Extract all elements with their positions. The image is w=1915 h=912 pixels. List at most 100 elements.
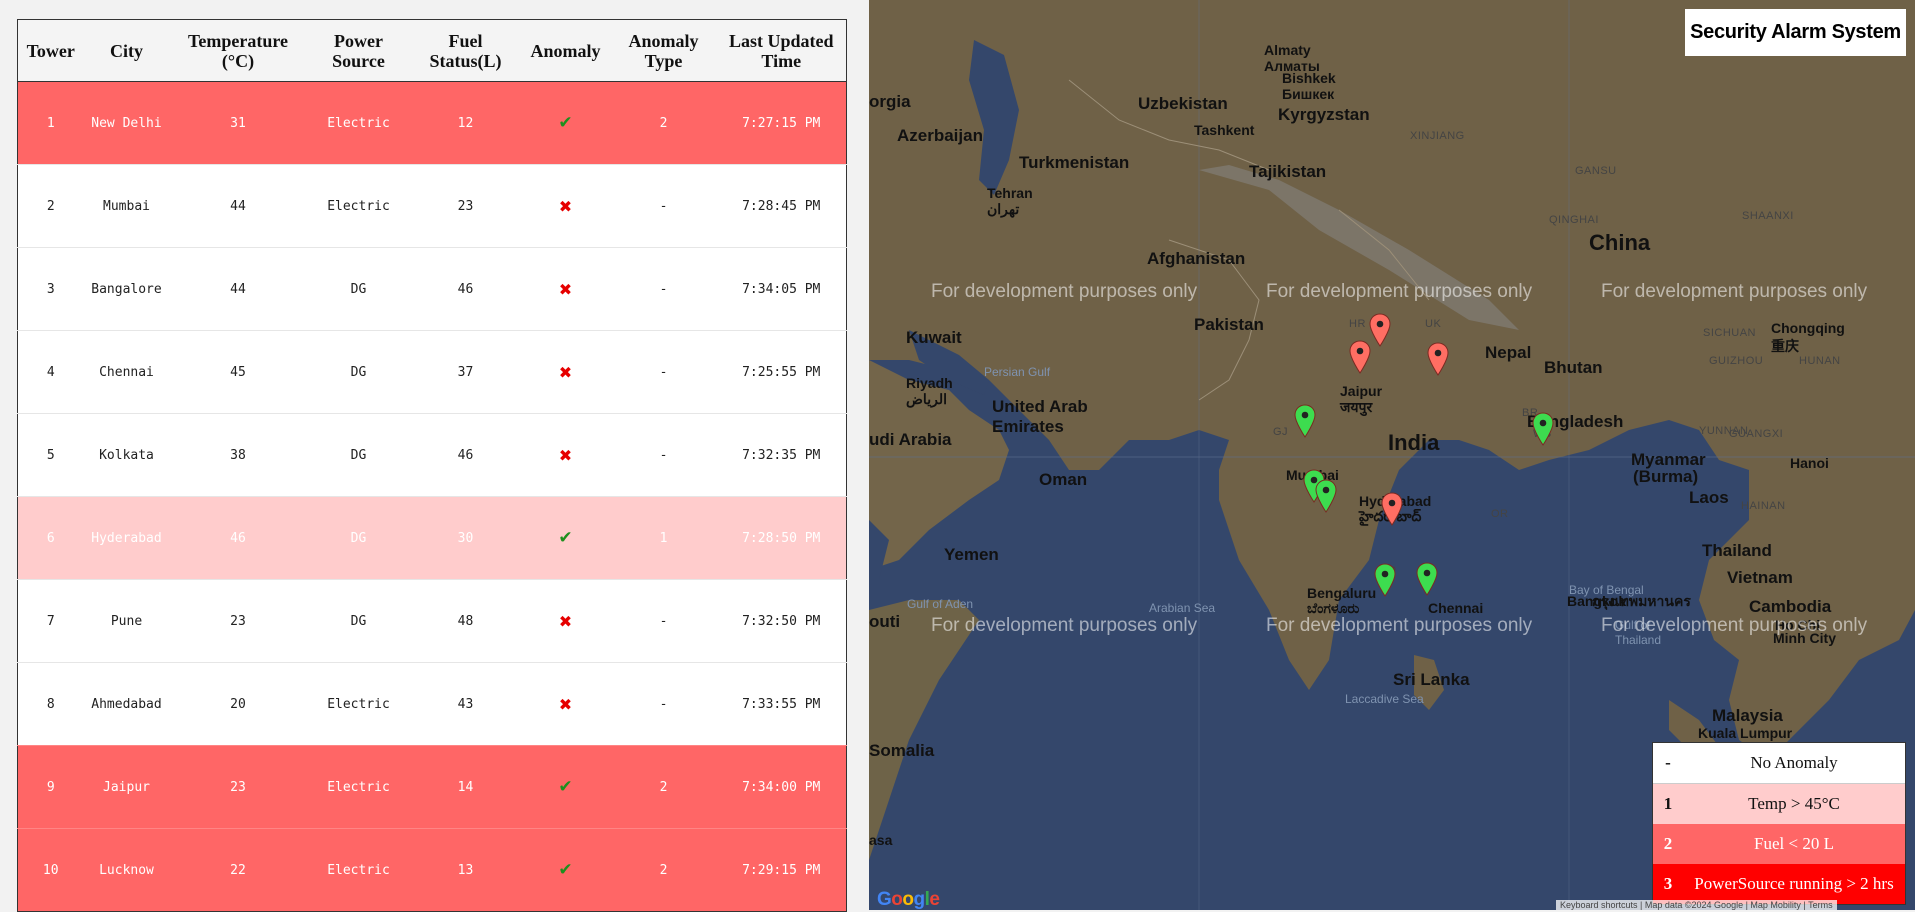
- header-city: City: [83, 19, 170, 82]
- tower-cell: 2: [17, 164, 84, 248]
- dev-watermark: For development purposes only: [931, 615, 1198, 636]
- legend-key: -: [1665, 753, 1671, 772]
- map-label-country: (Burma): [1633, 467, 1699, 486]
- legend-row-none: - No Anomaly: [1653, 743, 1905, 784]
- map-label-country: orgia: [869, 92, 911, 111]
- map-label-city: تهران: [987, 201, 1020, 217]
- dev-watermark: For development purposes only: [1601, 615, 1868, 636]
- power-cell: DG: [306, 579, 411, 663]
- table-row: 6 Hyderabad 46 DG 30 ✔ 1 7:28:50 PM: [17, 496, 847, 580]
- map-label-country: Afghanistan: [1147, 249, 1246, 268]
- map-label-region: QINGHAI: [1549, 214, 1599, 226]
- type-cell: 1: [610, 496, 717, 580]
- check-icon: ✔: [558, 777, 573, 797]
- temp-cell: 38: [169, 413, 307, 497]
- dev-watermark: For development purposes only: [1601, 281, 1868, 302]
- map-label-city: Jaipur: [1340, 383, 1383, 399]
- cross-icon: ✖: [558, 611, 573, 631]
- tower-cell: 7: [17, 579, 84, 663]
- fuel-cell: 46: [410, 247, 521, 331]
- map-label-country: Laos: [1689, 488, 1729, 507]
- map-pin-red[interactable]: [1381, 492, 1403, 526]
- map-label-city: Bishkek: [1282, 70, 1336, 86]
- temp-cell: 22: [169, 828, 307, 912]
- city-cell: Bangalore: [83, 247, 170, 331]
- map-pin-green[interactable]: [1315, 479, 1337, 513]
- time-cell: 7:32:35 PM: [716, 413, 847, 497]
- map-label-big: China: [1589, 230, 1651, 255]
- header-temperature: Temperature (°C): [169, 19, 307, 82]
- map-label-sea: Laccadive Sea: [1345, 692, 1424, 706]
- fuel-cell: 46: [410, 413, 521, 497]
- map-pin-red[interactable]: [1427, 342, 1449, 376]
- map-pin-green[interactable]: [1416, 562, 1438, 596]
- time-cell: 7:25:55 PM: [716, 330, 847, 414]
- map-pin-green[interactable]: [1374, 563, 1396, 597]
- map-label-country: Malaysia: [1712, 706, 1783, 725]
- time-cell: 7:34:00 PM: [716, 745, 847, 829]
- map-label-city: Kuala Lumpur: [1698, 725, 1793, 741]
- time-cell: 7:33:55 PM: [716, 662, 847, 746]
- anomaly-cell: ✖: [520, 579, 611, 663]
- map-label-region: GJ: [1273, 426, 1289, 438]
- temp-cell: 46: [169, 496, 307, 580]
- map-label-region: SICHUAN: [1703, 327, 1757, 339]
- map-label-country: Azerbaijan: [897, 126, 983, 145]
- map-label-country: Bhutan: [1544, 358, 1603, 377]
- type-cell: -: [610, 413, 717, 497]
- anomaly-cell: ✖: [520, 330, 611, 414]
- map-label-country: Vietnam: [1727, 568, 1793, 587]
- map-label-city: Riyadh: [906, 375, 953, 391]
- map-label-country: Turkmenistan: [1019, 153, 1130, 172]
- map-pin-green[interactable]: [1294, 404, 1316, 438]
- map-label-city: Chongqing: [1771, 320, 1845, 336]
- map-label-region: HAINAN: [1741, 500, 1786, 512]
- type-cell: -: [610, 247, 717, 331]
- anomaly-cell: ✔: [520, 81, 611, 165]
- header-power-source: Power Source: [306, 19, 411, 82]
- table-row: 4 Chennai 45 DG 37 ✖ -7:25:55 PM: [17, 330, 847, 414]
- city-cell: Lucknow: [83, 828, 170, 912]
- power-cell: Electric: [306, 745, 411, 829]
- header-anomaly-type: Anomaly Type: [610, 19, 717, 82]
- type-cell: -: [610, 164, 717, 248]
- anomaly-cell: ✖: [520, 662, 611, 746]
- legend-label: Temp > 45°C: [1748, 794, 1840, 813]
- map-pin-red[interactable]: [1369, 313, 1391, 347]
- fuel-cell: 43: [410, 662, 521, 746]
- check-icon: ✔: [558, 528, 573, 548]
- tower-cell: 5: [17, 413, 84, 497]
- map-label-sea: Arabian Sea: [1149, 601, 1216, 615]
- map-label-country: Emirates: [992, 417, 1064, 436]
- type-cell: -: [610, 662, 717, 746]
- power-cell: DG: [306, 330, 411, 414]
- type-cell: 2: [610, 745, 717, 829]
- city-cell: Pune: [83, 579, 170, 663]
- tower-cell: 3: [17, 247, 84, 331]
- city-cell: Mumbai: [83, 164, 170, 248]
- legend-label: Fuel < 20 L: [1754, 834, 1834, 853]
- google-logo[interactable]: Google: [877, 889, 940, 911]
- city-cell: Ahmedabad: [83, 662, 170, 746]
- time-cell: 7:28:50 PM: [716, 496, 847, 580]
- map-attribution[interactable]: Keyboard shortcuts | Map data ©2024 Goog…: [1556, 900, 1837, 910]
- map-label-city: 重庆: [1771, 338, 1799, 354]
- type-cell: 2: [610, 828, 717, 912]
- map-pin-red[interactable]: [1349, 340, 1371, 374]
- map-label-city: Chennai: [1428, 600, 1484, 616]
- temp-cell: 45: [169, 330, 307, 414]
- tower-cell: 4: [17, 330, 84, 414]
- table-row: 5 Kolkata 38 DG 46 ✖ -7:32:35 PM: [17, 413, 847, 497]
- power-cell: Electric: [306, 164, 411, 248]
- map-label-country: Kuwait: [906, 328, 962, 347]
- map-label-city: กรุงเทพมหานคร: [1592, 593, 1691, 609]
- temp-cell: 23: [169, 745, 307, 829]
- fuel-cell: 14: [410, 745, 521, 829]
- tower-cell: 6: [17, 496, 84, 580]
- map-label-city: जयपुर: [1340, 399, 1373, 415]
- map-pin-green[interactable]: [1532, 412, 1554, 446]
- map-label-region: GUIZHOU: [1709, 355, 1764, 367]
- map-label-city: asa: [869, 832, 893, 848]
- table-row: 9 Jaipur 23 Electric 14 ✔ 2 7:34:00 PM: [17, 745, 847, 829]
- map-label-country: Uzbekistan: [1138, 94, 1228, 113]
